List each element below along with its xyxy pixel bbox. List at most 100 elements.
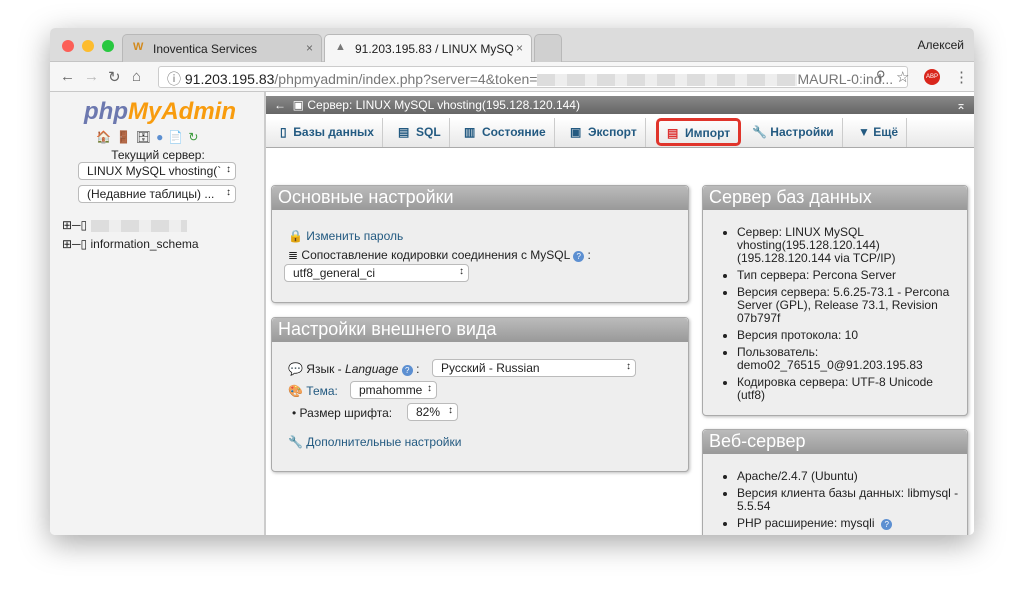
navigation-sidebar: phpMyAdmin 🏠🚪🗄●📄↻ Текущий сервер: LINUX … (50, 92, 266, 535)
info-item: Версия протокола: 10 (737, 329, 959, 342)
general-settings-panel: Основные настройки 🔒 Изменить пароль ≣ С… (271, 185, 689, 303)
close-tab-icon[interactable]: × (516, 41, 523, 55)
help-icon[interactable]: ● (156, 130, 168, 144)
server-link[interactable]: Сервер: LINUX MySQL vhosting(195.128.120… (307, 98, 580, 112)
wrench-icon: 🔧 (288, 435, 303, 449)
panel-title: Настройки внешнего вида (272, 318, 688, 342)
language-label: Язык - (306, 362, 346, 376)
info-item: Тип сервера: Percona Server (737, 269, 959, 282)
db-name[interactable]: information_schema (91, 237, 199, 251)
close-window-button[interactable] (62, 40, 74, 52)
phpmyadmin-logo[interactable]: phpMyAdmin (84, 98, 236, 126)
url-input[interactable]: ⓘ 91.203.195.83/phpmyadmin/index.php?ser… (158, 66, 908, 88)
back-icon[interactable]: ← (60, 68, 75, 85)
info-item: Версия клиента базы данных: libmysql - 5… (737, 487, 959, 513)
browser-tab-phpmyadmin[interactable]: ▲ 91.203.195.83 / LINUX MySQ × (324, 34, 532, 62)
favicon-icon: W (133, 41, 144, 53)
tab-status[interactable]: ▥ Состояние (456, 118, 555, 147)
sidebar-icons: 🏠🚪🗄●📄↻ (96, 130, 203, 144)
address-bar-row: ← → ↻ ⌂ ⓘ 91.203.195.83/phpmyadmin/index… (50, 62, 974, 92)
close-tab-icon[interactable]: × (306, 41, 313, 55)
key-icon[interactable]: ⚲ (876, 68, 886, 84)
database-server-panel: Сервер баз данных Сервер: LINUX MySQL vh… (702, 185, 968, 416)
home-icon[interactable]: ⌂ (132, 68, 141, 85)
server-icon: ▣ (292, 98, 305, 112)
palette-icon: 🎨 (288, 384, 303, 398)
db-tree-item[interactable]: ⊞─▯ (62, 218, 187, 232)
main-content: ← ▣ Сервер: LINUX MySQL vhosting(195.128… (266, 92, 974, 535)
language-icon: 💬 (288, 362, 303, 376)
help-icon[interactable]: ? (881, 519, 893, 530)
forward-icon[interactable]: → (84, 68, 99, 85)
top-menu: ▯ Базы данных ▤ SQL ▥ Состояние ▣ Экспор… (266, 118, 974, 148)
export-icon: ▣ (570, 125, 582, 139)
info-item: Сервер: LINUX MySQL vhosting(195.128.120… (737, 226, 959, 265)
database-icon: ▯ (280, 125, 287, 139)
scroll-top-icon[interactable]: ⌅ (956, 98, 966, 112)
star-icon[interactable]: ☆ (896, 68, 909, 86)
menu-icon[interactable]: ⋮ (954, 68, 969, 86)
appearance-settings-panel: Настройки внешнего вида 💬 Язык - Languag… (271, 317, 689, 472)
info-item: Кодировка сервера: UTF-8 Unicode (utf8) (737, 376, 959, 402)
font-size-select[interactable]: 82% (407, 403, 458, 421)
adblock-icon[interactable]: ABP (924, 69, 940, 85)
info-item: Apache/2.4.7 (Ubuntu) (737, 470, 959, 483)
tab-title: Inoventica Services (153, 42, 258, 56)
panel-title: Сервер баз данных (703, 186, 967, 210)
tab-settings[interactable]: 🔧 Настройки (744, 118, 843, 147)
password-icon: 🔒 (288, 229, 303, 243)
collapse-arrow-icon[interactable]: ← (274, 98, 286, 112)
import-icon: ▤ (667, 126, 679, 140)
theme-select[interactable]: pmahomme (350, 381, 437, 399)
info-item: Версия сервера: 5.6.25-73.1 - Percona Se… (737, 286, 959, 325)
db-tree-item[interactable]: ⊞─▯ information_schema (62, 237, 199, 251)
collation-icon: ≣ (288, 248, 299, 262)
tab-title: 91.203.195.83 / LINUX MySQ (355, 42, 514, 56)
tab-export[interactable]: ▣ Экспорт (562, 118, 646, 147)
web-server-panel: Веб-сервер Apache/2.4.7 (Ubuntu) Версия … (702, 429, 968, 535)
server-breadcrumb: ← ▣ Сервер: LINUX MySQL vhosting(195.128… (266, 96, 974, 114)
tab-more[interactable]: ▼ Ещё (850, 118, 908, 147)
help-icon[interactable]: ? (401, 365, 413, 376)
browser-tab-inoventica[interactable]: W Inoventica Services × (122, 34, 322, 62)
new-tab-button[interactable] (534, 34, 562, 62)
reload-icon[interactable]: ↻ (188, 130, 203, 144)
collation-select[interactable]: utf8_general_ci (284, 264, 469, 282)
status-icon: ▥ (464, 125, 476, 139)
collation-label: Сопоставление кодировки соединения с MyS… (301, 248, 570, 262)
current-server-label: Текущий сервер: (111, 148, 205, 162)
panel-title: Основные настройки (272, 186, 688, 210)
url-path: /phpmyadmin/index.php?server=4&token= (274, 71, 538, 87)
url-host: 91.203.195.83 (184, 71, 275, 87)
query-icon[interactable]: 🗄 (136, 130, 156, 144)
recent-tables-select[interactable]: (Недавние таблицы) ... (78, 185, 236, 203)
info-item: PHP расширение: mysqli (737, 516, 875, 530)
logout-icon[interactable]: 🚪 (116, 130, 136, 144)
minimize-window-button[interactable] (82, 40, 94, 52)
panel-title: Веб-сервер (703, 430, 967, 454)
reload-icon[interactable]: ↻ (108, 68, 121, 86)
tab-bar: W Inoventica Services × ▲ 91.203.195.83 / L… (50, 28, 974, 62)
blurred-db-name (90, 219, 187, 232)
theme-link[interactable]: Тема: (306, 384, 338, 398)
profile-name[interactable]: Алексей (918, 38, 964, 52)
tab-import[interactable]: ▤ Импорт (656, 118, 742, 146)
font-size-label: Размер шрифта: (299, 406, 393, 420)
maximize-window-button[interactable] (102, 40, 114, 52)
language-label-en: Language (345, 362, 399, 376)
change-password-link[interactable]: Изменить пароль (306, 229, 403, 243)
tab-databases[interactable]: ▯ Базы данных (272, 118, 383, 147)
url-blurred (537, 74, 798, 87)
language-select[interactable]: Русский - Russian (432, 359, 636, 377)
tab-sql[interactable]: ▤ SQL (390, 118, 450, 147)
browser-window: W Inoventica Services × ▲ 91.203.195.83 / L… (50, 28, 974, 535)
wrench-icon: 🔧 (752, 125, 767, 139)
docs-icon[interactable]: 📄 (168, 130, 188, 144)
more-settings-link[interactable]: Дополнительные настройки (306, 435, 461, 449)
server-select[interactable]: LINUX MySQL vhosting(` (78, 162, 236, 180)
home-icon[interactable]: 🏠 (96, 130, 116, 144)
help-icon[interactable]: ? (573, 251, 585, 262)
favicon-icon: ▲ (335, 41, 346, 53)
chevron-down-icon: ▼ (858, 125, 870, 139)
info-item: Пользователь: demo02_76515_0@91.203.195.… (737, 346, 959, 372)
